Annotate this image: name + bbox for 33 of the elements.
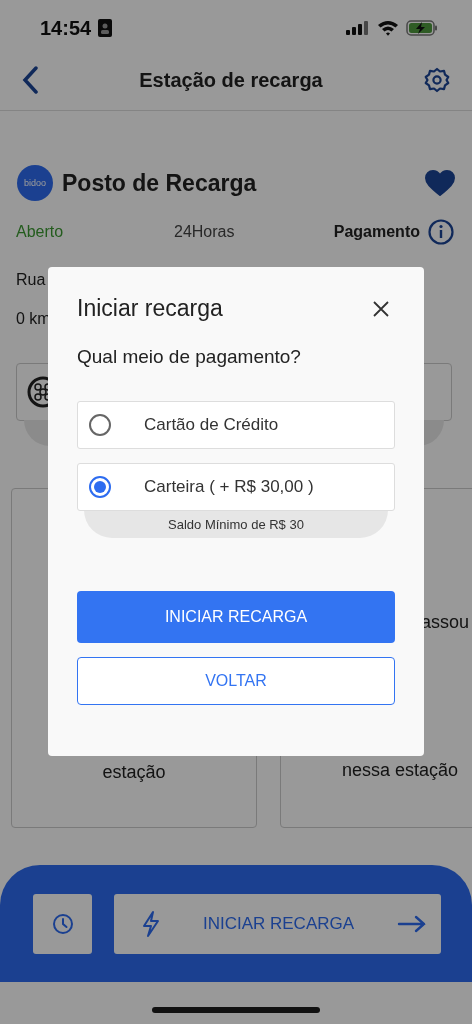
radio-button[interactable] xyxy=(89,476,111,498)
stat-text: estação xyxy=(102,762,166,783)
dialog-title: Iniciar recarga xyxy=(77,295,223,322)
arrow-right-icon xyxy=(397,914,427,933)
payment-option[interactable]: Carteira ( + R$ 30,00 ) xyxy=(77,463,395,511)
start-charge-button[interactable]: INICIAR RECARGA xyxy=(114,893,441,954)
back-icon[interactable] xyxy=(22,66,38,94)
id-card-icon xyxy=(98,19,113,37)
settings-icon[interactable] xyxy=(424,67,450,93)
station-name: Posto de Recarga xyxy=(62,169,257,197)
screen-title: Estação de recarga xyxy=(139,68,323,92)
status-time: 14:54 xyxy=(40,16,92,40)
back-button[interactable]: VOLTAR xyxy=(77,657,395,705)
clock-icon xyxy=(51,912,74,935)
opening-hours: 24Horas xyxy=(174,223,236,241)
open-status: Aberto xyxy=(16,223,65,241)
station-logo: bidoo xyxy=(17,165,53,201)
dialog-question: Qual meio de pagamento? xyxy=(77,346,302,368)
radio-button[interactable] xyxy=(89,414,111,436)
wifi-icon xyxy=(377,20,399,36)
balance-note: Saldo Mínimo de R$ 30 xyxy=(84,510,388,538)
heart-icon[interactable] xyxy=(425,170,455,196)
start-charge-button[interactable]: INICIAR RECARGA xyxy=(77,591,395,643)
payment-option[interactable]: Cartão de Crédito xyxy=(77,401,395,449)
close-icon[interactable] xyxy=(372,299,390,318)
signal-icon xyxy=(346,21,370,35)
payment-label: Pagamento xyxy=(333,223,420,241)
lightning-icon xyxy=(142,909,160,938)
info-icon[interactable] xyxy=(428,219,454,245)
battery-icon xyxy=(406,20,438,36)
address-text: Rua xyxy=(15,271,47,289)
stat-text: nessa estação xyxy=(341,760,459,781)
history-button[interactable] xyxy=(33,893,92,954)
